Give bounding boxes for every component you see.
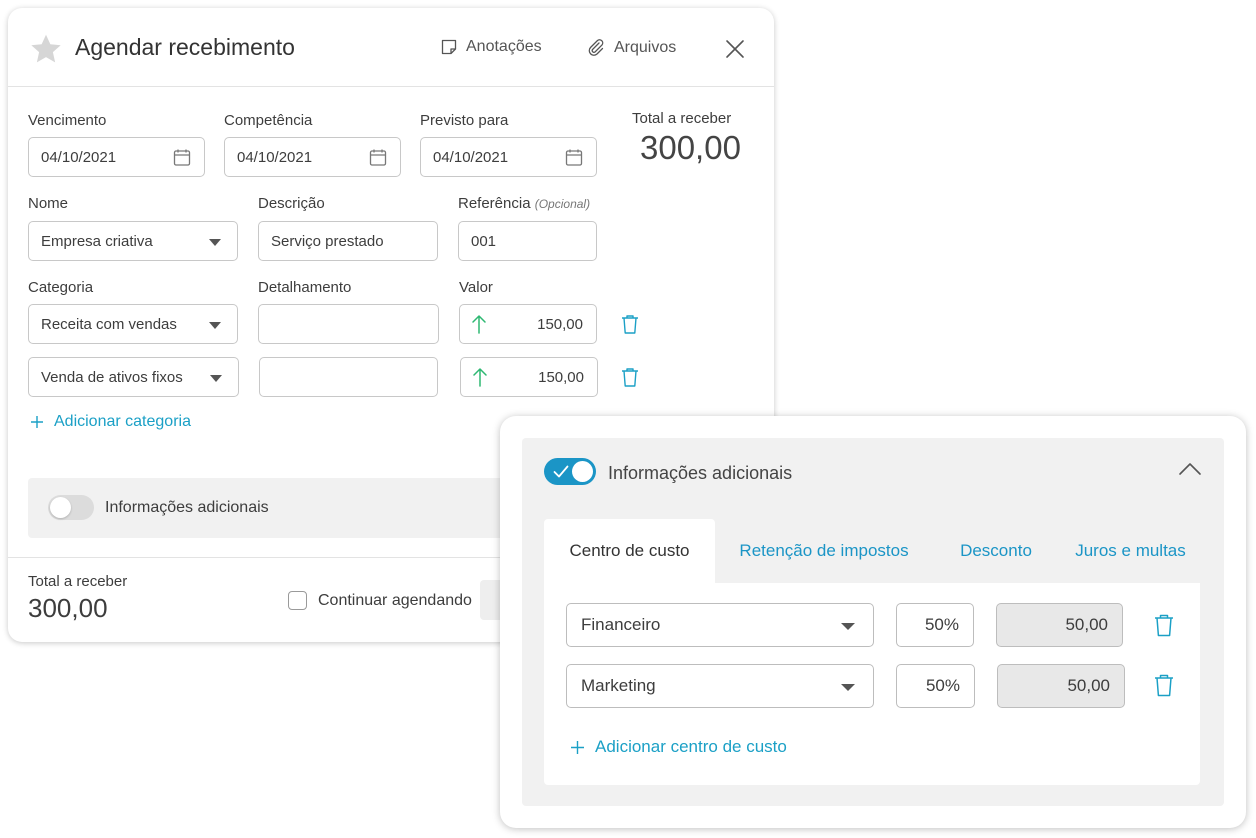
caret-down-icon [841,623,855,630]
tab-interest-fines[interactable]: Juros e multas [1064,519,1197,583]
cost-center-amount-value: 50,00 [1067,676,1110,695]
plus-icon [571,740,584,754]
due-date-input[interactable]: 04/10/2021 [28,137,205,177]
additional-info-panel: Informações adicionais Centro de custo R… [500,416,1246,828]
chevron-up-icon[interactable] [1178,462,1202,476]
footer-total-value: 300,00 [28,593,108,623]
cost-center-name: Financeiro [581,615,661,634]
name-value: Empresa criativa [41,232,153,250]
arrow-up-icon [473,368,487,387]
category-select[interactable]: Receita com vendas [28,304,238,344]
category-select[interactable]: Venda de ativos fixos [28,357,239,397]
tab-bar: Centro de custo Retenção de impostos Des… [544,519,1200,583]
trash-icon[interactable] [620,313,640,335]
additional-info-toggle-on[interactable] [544,458,596,485]
cost-center-name: Marketing [581,676,656,695]
caret-down-icon [210,375,222,382]
additional-info-label: Informações adicionais [105,499,269,516]
cost-center-percent: 50% [925,676,960,695]
description-value: Serviço prestado [271,232,384,250]
category-value: Receita com vendas [41,315,177,333]
cost-center-amount-value: 50,00 [1065,615,1108,634]
expected-date-value: 04/10/2021 [433,148,509,166]
due-date-value: 04/10/2021 [41,148,117,166]
description-input[interactable]: Serviço prestado [258,221,438,261]
additional-info-label: Informações adicionais [608,463,793,483]
continue-scheduling-checkbox[interactable] [288,591,307,610]
detail-input[interactable] [258,304,439,344]
cost-center-percent: 50% [924,615,959,634]
cost-center-select[interactable]: Financeiro [566,603,874,647]
tab-discount[interactable]: Desconto [944,519,1048,583]
value-amount: 150,00 [537,315,583,333]
total-receivable-label: Total a receber [632,110,732,127]
tab-tax-retention[interactable]: Retenção de impostos [724,519,924,583]
plus-icon [31,416,43,428]
add-cost-center-label: Adicionar centro de custo [595,737,787,756]
close-icon[interactable] [724,38,746,60]
tab-cost-center[interactable]: Centro de custo [544,519,715,583]
competence-input[interactable]: 04/10/2021 [224,137,401,177]
cost-center-percent-input[interactable]: 50% [896,603,974,647]
value-label: Valor [459,279,493,296]
caret-down-icon [209,239,221,246]
arrow-up-icon [472,315,486,334]
value-input[interactable]: 150,00 [459,304,597,344]
optional-hint: (Opcional) [534,197,591,211]
cost-center-percent-input[interactable]: 50% [896,664,975,708]
caret-down-icon [209,322,221,329]
cost-center-amount: 50,00 [997,664,1125,708]
additional-info-toggle[interactable] [48,495,94,520]
check-icon [553,465,569,478]
value-input[interactable]: 150,00 [460,357,598,397]
reference-label: Referência (Opcional) [458,195,591,212]
calendar-icon[interactable] [565,148,583,167]
reference-input[interactable]: 001 [458,221,597,261]
value-amount: 150,00 [538,368,584,386]
note-icon [441,39,457,55]
category-value: Venda de ativos fixos [41,368,183,386]
star-icon[interactable] [28,31,64,67]
due-date-label: Vencimento [28,112,107,129]
competence-label: Competência [224,112,313,129]
caret-down-icon [841,684,855,691]
expected-date-label: Previsto para [420,112,509,129]
modal-title: Agendar recebimento [75,34,295,60]
name-label: Nome [28,195,69,212]
continue-scheduling-label: Continuar agendando [318,592,472,609]
cost-center-content: Financeiro 50% 50,00 Marketing 50% 50,00 [544,583,1200,785]
additional-info-section: Informações adicionais Centro de custo R… [522,438,1224,806]
total-receivable-value: 300,00 [640,129,741,166]
add-category-link[interactable]: Adicionar categoria [30,413,191,431]
cost-center-select[interactable]: Marketing [566,664,874,708]
trash-icon[interactable] [1152,672,1176,698]
notes-label: Anotações [466,38,542,55]
reference-value: 001 [471,232,497,250]
calendar-icon[interactable] [369,148,387,167]
cost-center-amount: 50,00 [996,603,1123,647]
trash-icon[interactable] [1152,612,1176,638]
files-label: Arquivos [614,39,677,56]
expected-date-input[interactable]: 04/10/2021 [420,137,597,177]
category-label: Categoria [28,279,94,296]
paperclip-icon [588,39,604,56]
detail-label: Detalhamento [258,279,352,296]
trash-icon[interactable] [620,366,640,388]
notes-button[interactable]: Anotações [440,38,542,56]
footer-total-label: Total a receber [28,573,128,590]
files-button[interactable]: Arquivos [586,38,676,58]
add-category-label: Adicionar categoria [54,413,191,430]
description-label: Descrição [258,195,325,212]
modal-header: Agendar recebimento Anotações Arquivos [8,8,774,87]
competence-value: 04/10/2021 [237,148,313,166]
add-cost-center-link[interactable]: Adicionar centro de custo [570,737,787,757]
calendar-icon[interactable] [173,148,191,167]
detail-input[interactable] [259,357,438,397]
name-select[interactable]: Empresa criativa [28,221,238,261]
